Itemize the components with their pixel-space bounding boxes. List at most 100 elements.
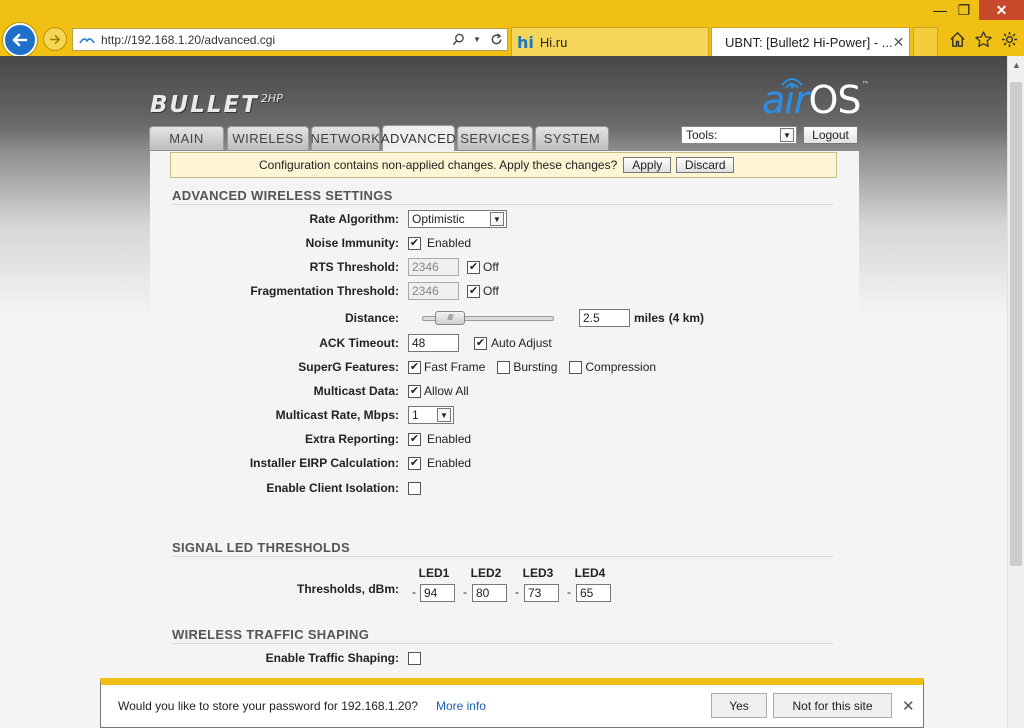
ack-auto-adjust-text: Auto Adjust [491,336,552,350]
discard-button[interactable]: Discard [676,157,735,173]
section-title-traffic-shaping: WIRELESS TRAFFIC SHAPING [172,627,370,642]
close-icon[interactable]: ✕ [902,697,915,715]
tab-label: Hi.ru [539,34,568,50]
fast-frame-text: Fast Frame [424,360,486,374]
tab-network[interactable]: NETWORK [311,126,380,150]
refresh-icon[interactable] [488,32,504,48]
installer-eirp-text: Enabled [427,456,472,470]
rate-algorithm-value: Optimistic [412,212,465,226]
favorites-star-icon[interactable] [973,29,993,49]
fragmentation-threshold-input[interactable]: 2346 [408,282,459,300]
back-button[interactable] [3,23,37,57]
label-fragmentation-threshold: Fragmentation Threshold: [250,284,399,298]
close-window-icon[interactable]: ✕ [979,0,1024,20]
compression-checkbox[interactable] [569,360,583,374]
ack-timeout-input[interactable]: 48 [408,334,459,352]
installer-eirp-checkbox[interactable]: ✔ [408,456,421,470]
label-client-isolation: Enable Client Isolation: [266,481,399,495]
scrollbar-thumb[interactable] [1010,82,1022,566]
rate-algorithm-select[interactable]: Optimistic ▼ [408,210,507,228]
rts-off-checkbox[interactable]: ✔ [467,260,480,274]
tab-advanced[interactable]: ADVANCED [381,125,456,151]
label-multicast-rate: Multicast Rate, Mbps: [275,408,399,422]
row-noise-immunity: Noise Immunity: ✔ Enabled [150,233,859,253]
fast-frame-checkbox[interactable]: ✔ [408,360,421,374]
more-info-link[interactable]: More info [436,699,486,713]
new-tab-button[interactable] [913,27,938,56]
label-extra-reporting: Extra Reporting: [304,432,399,446]
search-icon[interactable] [450,32,466,48]
row-multicast-data: Multicast Data: ✔ Allow All [150,381,859,401]
row-superg-features: SuperG Features: ✔ Fast Frame Bursting C… [150,357,859,377]
led1-header: LED1 [418,566,450,580]
vertical-scrollbar[interactable]: ▲ [1007,56,1024,728]
tab-services[interactable]: SERVICES [457,126,533,150]
distance-input[interactable]: 2.5 [579,309,630,327]
address-text: http://192.168.1.20/advanced.cgi [101,32,276,47]
back-arrow-icon [12,33,28,47]
row-multicast-rate: Multicast Rate, Mbps: 1 ▼ [150,405,859,425]
distance-metric: (4 km) [668,311,705,325]
row-rts-threshold: RTS Threshold: 2346 ✔ Off [150,257,859,277]
row-distance: Distance: //// 2.5 miles (4 km) [150,308,859,328]
content-panel: Configuration contains non-applied chang… [150,151,859,728]
tab-wireless[interactable]: WIRELESS [227,126,309,150]
tab-system[interactable]: SYSTEM [535,126,609,150]
distance-slider[interactable]: //// [422,310,554,325]
compression-text: Compression [585,360,657,374]
ack-auto-adjust-checkbox[interactable]: ✔ [474,336,487,350]
forward-arrow-icon [49,34,60,44]
multicast-rate-select[interactable]: 1 ▼ [408,406,454,424]
not-for-this-site-button[interactable]: Not for this site [773,693,892,718]
chevron-down-icon: ▼ [437,408,451,422]
label-multicast-data: Multicast Data: [313,384,399,398]
client-isolation-checkbox[interactable] [408,481,421,495]
led4-input[interactable]: 65 [576,584,611,602]
restore-icon[interactable]: ❐ [952,0,976,20]
forward-button[interactable] [43,27,67,51]
led2-header: LED2 [470,566,502,580]
extra-reporting-checkbox[interactable]: ✔ [408,432,421,446]
tab-main[interactable]: MAIN [149,126,224,150]
multicast-allow-all-checkbox[interactable]: ✔ [408,384,421,398]
noise-immunity-checkbox[interactable]: ✔ [408,236,421,250]
row-rate-algorithm: Rate Algorithm: Optimistic ▼ [150,209,859,229]
minimize-icon[interactable]: — [928,0,952,20]
label-noise-immunity: Noise Immunity: [305,236,399,250]
address-bar[interactable]: http://192.168.1.20/advanced.cgi ▼ [72,28,508,51]
led1-input[interactable]: 94 [420,584,455,602]
apply-button[interactable]: Apply [623,157,672,173]
label-superg-features: SuperG Features: [298,360,399,374]
led2-input[interactable]: 80 [472,584,507,602]
bursting-text: Bursting [513,360,558,374]
bursting-checkbox[interactable] [497,360,511,374]
rts-threshold-input[interactable]: 2346 [408,258,459,276]
tab-close-icon[interactable]: ✕ [893,34,905,51]
yes-button[interactable]: Yes [711,693,767,718]
logout-button[interactable]: Logout [803,126,858,144]
password-message: Would you like to store your password fo… [118,699,418,713]
enable-traffic-shaping-checkbox[interactable] [408,651,421,665]
bullet-logo: BULLET 2HP [150,92,283,118]
section-divider [172,556,833,557]
extra-reporting-text: Enabled [427,432,472,446]
tools-select[interactable]: Tools: ▼ [681,126,797,144]
row-installer-eirp: Installer EIRP Calculation: ✔ Enabled [150,453,859,473]
label-thresholds: Thresholds, dBm: [296,582,399,596]
notice-message: Configuration contains non-applied chang… [259,158,618,172]
slider-handle[interactable]: //// [435,310,465,325]
fragmentation-off-checkbox[interactable]: ✔ [467,284,480,298]
rts-off-text: Off [483,260,499,274]
led3-prefix: - [515,585,519,599]
tab-ubnt[interactable]: UBNT: [Bullet2 Hi-Power] - ... ✕ [711,27,910,56]
label-installer-eirp: Installer EIRP Calculation: [249,456,399,470]
scroll-up-icon[interactable]: ▲ [1008,56,1024,73]
multicast-rate-value: 1 [412,408,419,422]
led3-input[interactable]: 73 [524,584,559,602]
dropdown-arrow-icon[interactable]: ▼ [469,32,485,48]
home-icon[interactable] [947,29,967,49]
tab-hi-ru[interactable]: hi Hi.ru [511,27,709,56]
fragmentation-off-text: Off [483,284,499,298]
led4-prefix: - [567,585,571,599]
settings-gear-icon[interactable] [999,29,1019,49]
